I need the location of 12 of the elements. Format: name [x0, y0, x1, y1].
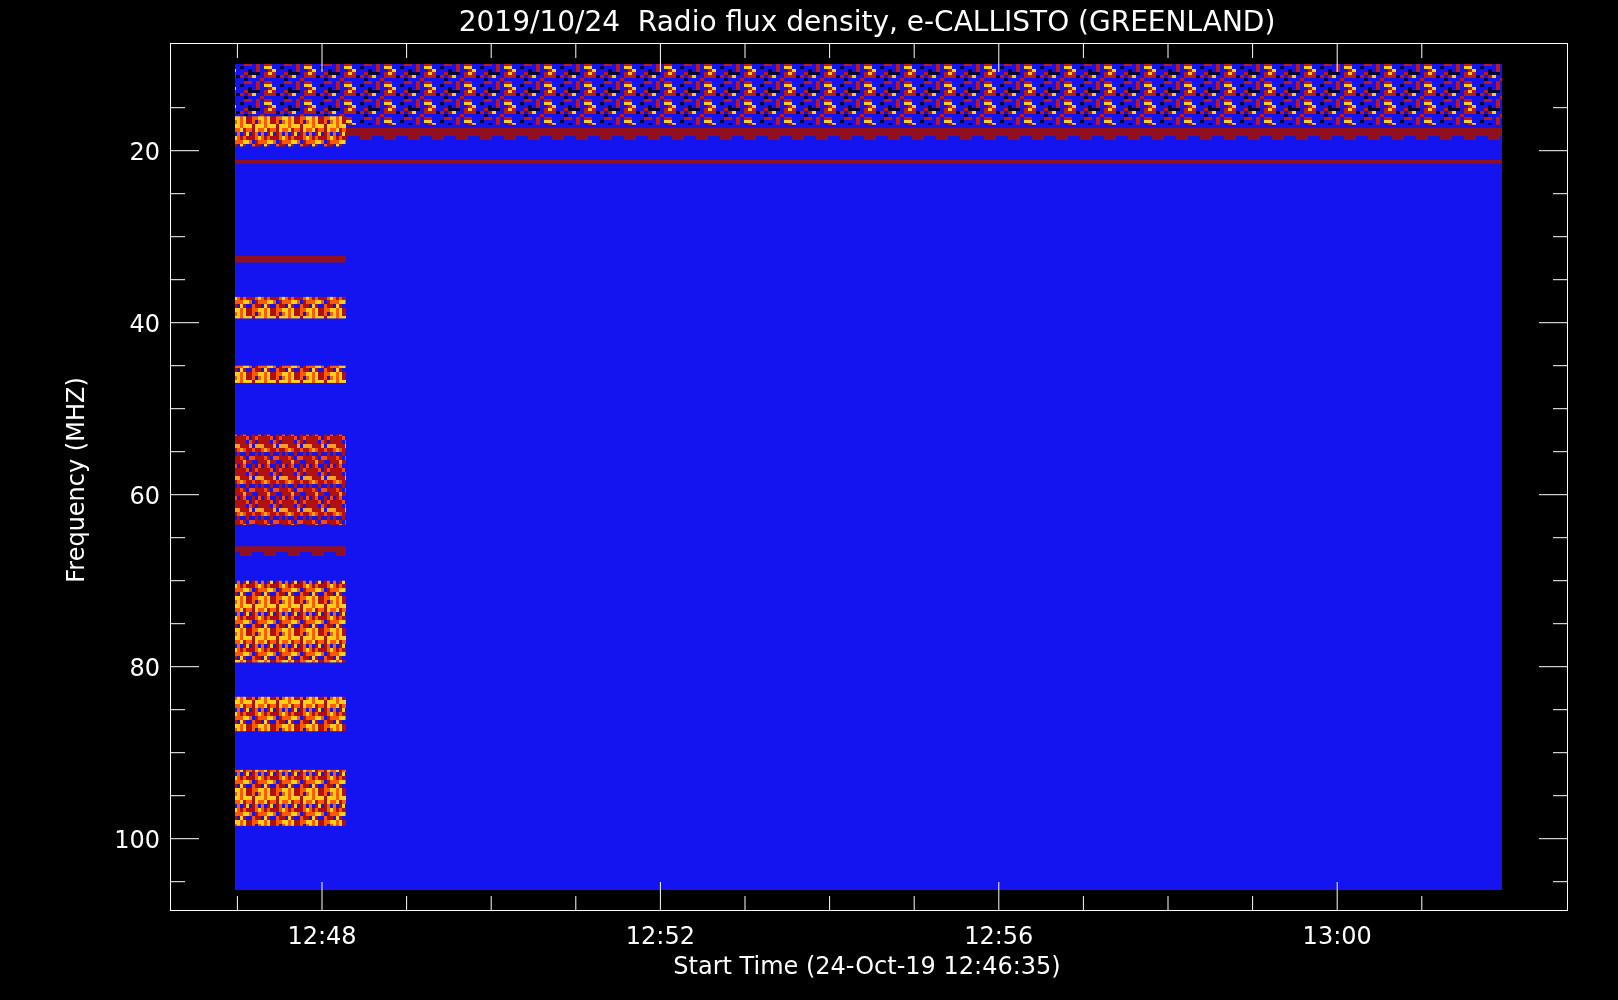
x-tick-label: 12:48 [287, 922, 357, 950]
y-tick-label: 60 [129, 481, 160, 510]
y-axis-label: Frequency (MHZ) [62, 377, 90, 583]
x-axis-label: Start Time (24-Oct-19 12:46:35) [673, 952, 1061, 980]
x-tick-label: 13:00 [1302, 922, 1372, 950]
plot-title: 2019/10/24 Radio flux density, e-CALLISTO (GREENLAND) [458, 5, 1276, 38]
y-tick-label: 40 [129, 309, 160, 338]
y-tick-label: 20 [129, 137, 160, 166]
y-tick-label: 80 [129, 653, 160, 682]
y-tick-label: 100 [114, 825, 160, 854]
x-tick-label: 12:56 [964, 922, 1034, 950]
x-tick-label: 12:52 [625, 922, 695, 950]
